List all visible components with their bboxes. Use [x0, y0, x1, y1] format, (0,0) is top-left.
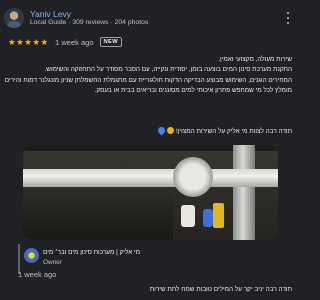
owner-role: Owner	[43, 259, 62, 266]
star-icon: ★	[8, 36, 16, 47]
owner-response-time: 1 week ago	[18, 270, 57, 279]
review-photo[interactable]	[23, 145, 278, 240]
more-options-icon[interactable]	[285, 10, 291, 26]
star-icon: ★	[40, 36, 49, 47]
owner-avatar[interactable]	[24, 248, 39, 263]
star-icon: ★	[32, 36, 40, 47]
thanks-text: תודה רבה לצוות מי אליק על השירות המצוין!	[175, 128, 292, 135]
review-text-line: מומלץ לכל מי שמחפש פתרון איכותי למים מסו…	[94, 87, 292, 95]
reviewer-meta: Local Guide · 309 reviews · 204 photos	[30, 19, 149, 26]
owner-reply-text: תודה רבה יניב יקר על המילים טובות שמח לת…	[149, 286, 292, 293]
review-card: Yaniv Levy Local Guide · 309 reviews · 2…	[0, 0, 300, 300]
review-text: שירות מעולה, מקצועי ואמין. התקנת מערכת ס…	[4, 55, 292, 97]
new-badge: NEW	[99, 36, 122, 48]
review-time: 1 week ago	[55, 37, 94, 47]
droplet-icon	[156, 125, 167, 136]
star-icon: ★	[16, 36, 24, 47]
folded-hands-icon	[167, 127, 175, 134]
rating-row: ★ ★ ★ ★ ★ 1 week ago NEW	[8, 36, 122, 48]
owner-name[interactable]: מי אליק | מערכות סינון מים ובר׳ מים	[43, 249, 273, 256]
review-thanks-line: תודה רבה לצוות מי אליק על השירות המצוין!	[8, 125, 292, 136]
review-text-line: המחירים הוגנים, השימוש מבוצע הבדיקה הדקו…	[4, 76, 292, 84]
star-icon: ★	[24, 36, 32, 47]
star-rating: ★ ★ ★ ★ ★	[8, 38, 48, 47]
reviewer-name[interactable]: Yaniv Levy	[30, 9, 71, 19]
reviewer-avatar[interactable]	[4, 8, 24, 28]
review-text-line: התקנת מערכת סינון המים בוצעה בזמן, יסודי…	[44, 66, 292, 74]
review-text-line: שירות מעולה, מקצועי ואמין.	[218, 56, 292, 63]
